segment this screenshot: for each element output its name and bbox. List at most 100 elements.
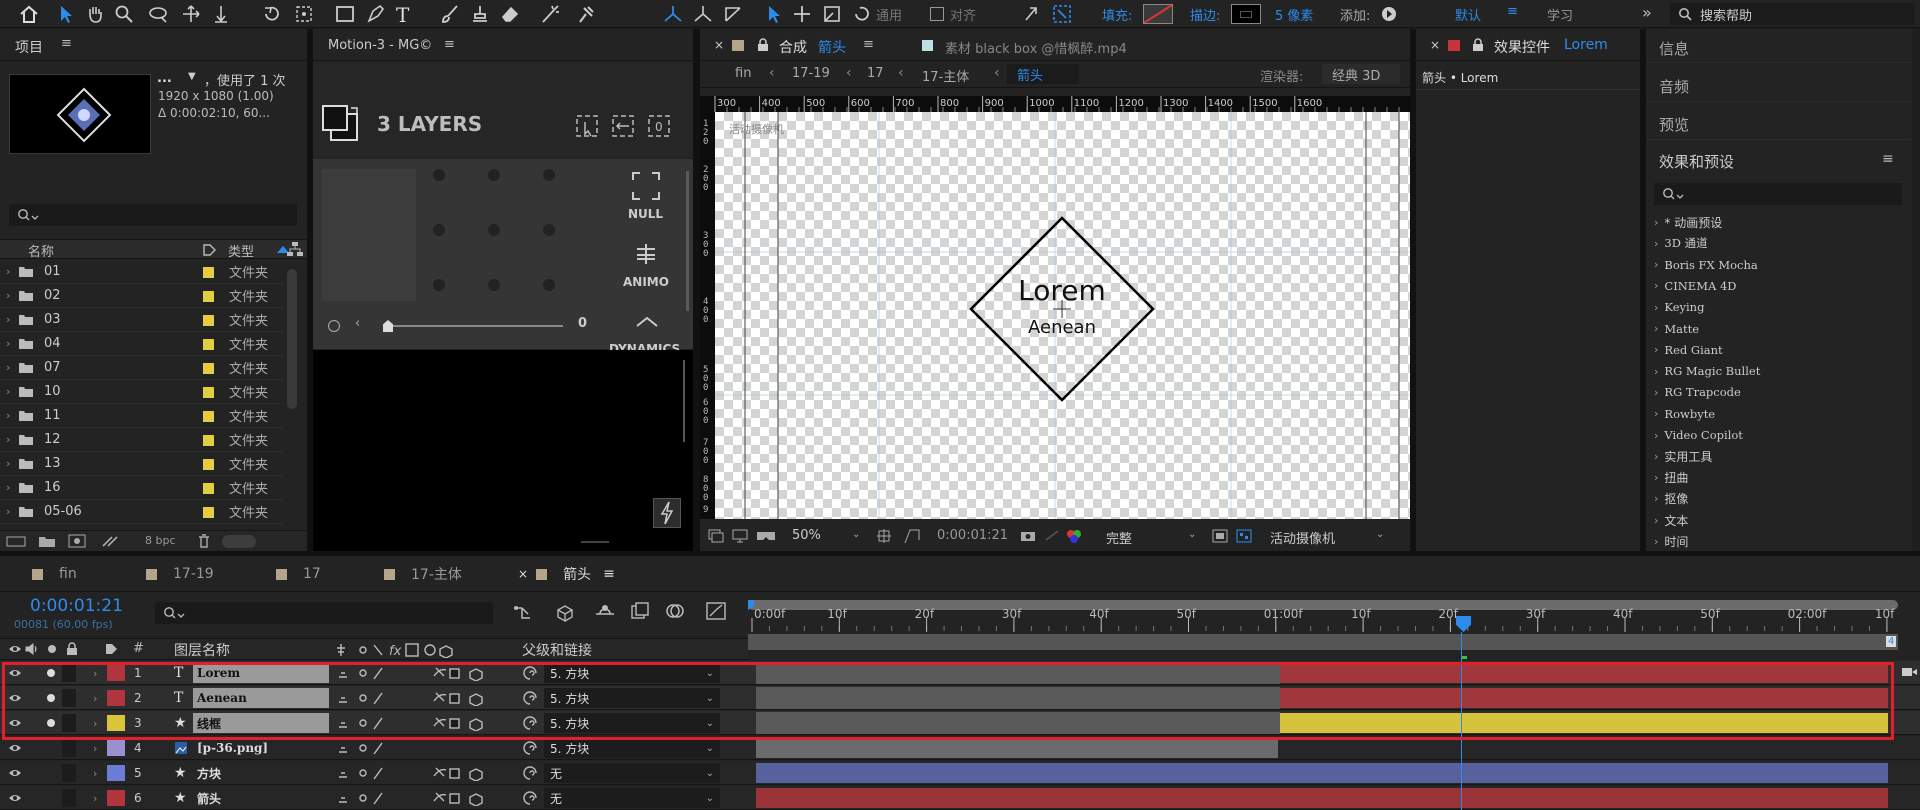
chevron-right-icon[interactable]: ›: [6, 289, 10, 302]
stroke-size[interactable]: 5 像素: [1275, 5, 1313, 24]
motion-preview-box[interactable]: [322, 169, 416, 301]
chevron-right-icon[interactable]: ›: [1654, 429, 1658, 442]
chevron-right-icon[interactable]: ›: [1654, 365, 1658, 378]
expand-layer-icon[interactable]: ›: [93, 786, 97, 810]
animo-label[interactable]: ANIMO: [623, 275, 669, 289]
lock-column-icon[interactable]: [66, 642, 78, 656]
footage-tab[interactable]: 素材 black box @惜枫醉.mp4: [945, 38, 1127, 57]
anchor-dot[interactable]: [433, 224, 445, 236]
list-item[interactable]: › 03 文件夹: [0, 308, 284, 332]
right-scrollbar[interactable]: [1912, 29, 1920, 551]
lock-icon[interactable]: [757, 38, 769, 52]
search-help-box[interactable]: 搜索帮助: [1670, 3, 1915, 25]
viewer-timecode[interactable]: 0:00:01:21: [937, 528, 1008, 543]
layer-name[interactable]: 线框: [193, 713, 329, 733]
table-row[interactable]: › 5 ★ 方块 无 ⌄: [0, 761, 1920, 785]
chevron-right-icon[interactable]: ›: [1654, 450, 1658, 463]
lock-icon[interactable]: [1472, 38, 1484, 52]
chevron-right-icon[interactable]: ›: [1654, 258, 1658, 271]
project-zoom-slider[interactable]: [222, 535, 256, 548]
visibility-eye-icon[interactable]: [8, 661, 22, 685]
zero-anchor-icon[interactable]: 0: [647, 114, 673, 138]
chevron-right-icon[interactable]: ›: [1654, 407, 1658, 420]
brush-tool-icon[interactable]: [440, 4, 460, 24]
quality-select[interactable]: 完整: [1106, 528, 1132, 547]
rotate-camera-icon[interactable]: [852, 4, 872, 24]
chevron-right-icon[interactable]: ›: [6, 385, 10, 398]
panel-menu-icon[interactable]: ≡: [863, 37, 874, 52]
effects-list-item[interactable]: › RG Trapcode: [1654, 382, 1741, 402]
rectangle-tool-icon[interactable]: [335, 4, 355, 24]
visibility-eye-icon[interactable]: [8, 711, 22, 735]
layer-switches[interactable]: [336, 661, 486, 685]
label-swatch[interactable]: [203, 507, 214, 518]
table-row[interactable]: › 6 ★ 箭头 无 ⌄: [0, 786, 1920, 810]
parent-select[interactable]: 5. 方块 ⌄: [544, 688, 720, 708]
bit-depth[interactable]: 8 bpc: [145, 534, 176, 547]
chevron-right-icon[interactable]: ›: [1654, 535, 1658, 548]
comp-tab-name[interactable]: 箭头: [818, 37, 846, 57]
label-swatch[interactable]: [203, 483, 214, 494]
crumb-fin[interactable]: fin: [735, 66, 751, 81]
expand-layer-icon[interactable]: ›: [93, 711, 97, 735]
chevron-right-icon[interactable]: ›: [1654, 471, 1658, 484]
zoom-level[interactable]: 50%: [792, 528, 821, 543]
selection-tool-icon[interactable]: [58, 4, 74, 24]
comp-tab-prefix[interactable]: 合成: [779, 37, 807, 57]
pen-tool-icon[interactable]: [365, 4, 387, 24]
list-item[interactable]: › 04 文件夹: [0, 332, 284, 356]
lock-box[interactable]: [62, 664, 76, 682]
snap-options-icon[interactable]: [1052, 4, 1072, 24]
effects-list-item[interactable]: › RG Magic Bullet: [1654, 361, 1760, 381]
layer-bar-pre[interactable]: [756, 687, 1280, 709]
anchor-left-icon[interactable]: [611, 114, 637, 138]
more-workspaces-icon[interactable]: »: [1642, 3, 1652, 22]
effects-list-item[interactable]: › * 动画预设: [1654, 212, 1722, 232]
label-swatch[interactable]: [203, 315, 214, 326]
visibility-eye-icon[interactable]: [8, 686, 22, 710]
chevron-right-icon[interactable]: ›: [6, 433, 10, 446]
motion-panel-title[interactable]: Motion-3 - MG©: [328, 38, 432, 53]
panel-menu-icon[interactable]: ≡: [61, 36, 72, 51]
chevron-down-icon[interactable]: ⌄: [852, 529, 860, 540]
chevron-right-icon[interactable]: ›: [6, 361, 10, 374]
list-item[interactable]: › 01 文件夹: [0, 260, 284, 284]
lock-box[interactable]: [62, 714, 76, 732]
local-axis-icon[interactable]: [662, 4, 684, 24]
dolly-tool-icon[interactable]: [212, 4, 230, 24]
layer-name[interactable]: Lorem: [193, 663, 329, 683]
layer-bar[interactable]: [1280, 663, 1888, 683]
timeline-tab-arrow[interactable]: × 箭头 ≡: [518, 556, 615, 592]
effects-list-item[interactable]: › Red Giant: [1654, 340, 1723, 360]
project-scrollbar[interactable]: [287, 269, 297, 409]
anchor-dot[interactable]: [543, 169, 555, 181]
layer-bar[interactable]: [756, 738, 1278, 758]
layer-name[interactable]: [p-36.png]: [193, 738, 329, 758]
effects-list-item[interactable]: › Video Copilot: [1654, 425, 1743, 445]
pickwhip-icon[interactable]: [522, 736, 538, 760]
world-axis-icon[interactable]: [692, 4, 714, 24]
effect-controls-title[interactable]: 效果控件: [1494, 37, 1550, 57]
lock-box[interactable]: [62, 739, 76, 757]
snapshot-icon[interactable]: [1020, 529, 1036, 542]
unified-camera-tool-icon[interactable]: [766, 4, 782, 24]
chevron-right-icon[interactable]: ›: [1654, 216, 1658, 229]
list-item[interactable]: › 13 文件夹: [0, 452, 284, 476]
project-panel-title[interactable]: 项目: [15, 37, 43, 57]
comp-flowchart-icon[interactable]: [512, 604, 534, 622]
pickwhip-icon[interactable]: [522, 711, 538, 735]
motion-slider[interactable]: [383, 325, 563, 327]
chevron-right-icon[interactable]: ›: [1654, 386, 1658, 399]
timeline-tab-17[interactable]: 17: [276, 556, 321, 592]
layer-bar[interactable]: [756, 788, 1888, 808]
show-snapshot-icon[interactable]: [1044, 529, 1060, 542]
clone-stamp-tool-icon[interactable]: [470, 4, 490, 24]
layer-switches[interactable]: [336, 736, 486, 760]
chevron-down-icon[interactable]: ⌄: [1188, 529, 1196, 540]
layer-name[interactable]: Aenean: [193, 688, 329, 708]
table-row[interactable]: › 1 T Lorem 5. 方块 ⌄: [0, 661, 1920, 685]
solo-box[interactable]: [44, 786, 58, 810]
solo-box[interactable]: [44, 761, 58, 785]
puppet-tool-icon[interactable]: [576, 4, 596, 24]
chevron-right-icon[interactable]: ›: [1654, 237, 1658, 250]
